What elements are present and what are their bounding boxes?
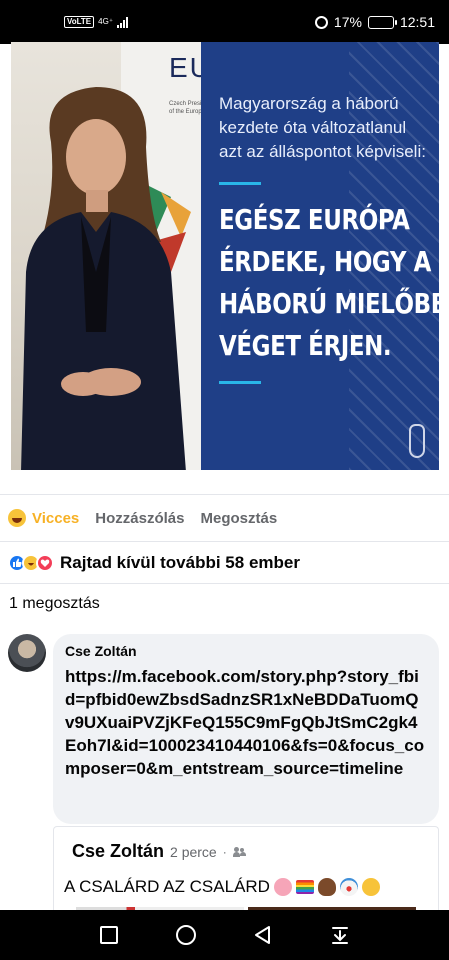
- hungarian-crest-icon: [409, 424, 425, 458]
- comment-author[interactable]: Cse Zoltán: [65, 643, 427, 659]
- shared-post-author[interactable]: Cse Zoltán: [72, 841, 164, 862]
- comment-bubble[interactable]: Cse Zoltán https://m.facebook.com/story.…: [53, 634, 439, 824]
- volte-badge: VoLTE: [64, 16, 95, 28]
- signal-icon: [117, 16, 129, 28]
- reactions-summary[interactable]: Rajtad kívül további 58 ember: [0, 542, 449, 584]
- rainbow-flag-icon: [295, 880, 314, 894]
- clock: 12:51: [399, 14, 435, 30]
- circle-icon: [175, 925, 196, 945]
- shared-post-message: A CSALÁRD AZ CSALÁRD: [64, 877, 270, 896]
- status-right: 17% 12:51: [314, 14, 435, 30]
- speaker-photo: [21, 87, 191, 470]
- battery-percent: 17%: [333, 14, 362, 30]
- notifications-button[interactable]: [327, 922, 353, 948]
- friends-privacy-icon: [232, 846, 247, 857]
- share-label: Megosztás: [200, 509, 278, 527]
- pull-down-icon: [332, 927, 349, 944]
- reactions-text: Rajtad kívül további 58 ember: [60, 552, 300, 572]
- back-button[interactable]: [250, 922, 276, 948]
- recent-apps-button[interactable]: [96, 922, 122, 948]
- system-nav-bar: [0, 910, 449, 960]
- shared-post-text: A CSALÁRD AZ CSALÁRD: [64, 877, 380, 897]
- avatar[interactable]: [8, 634, 46, 672]
- poop-icon: [317, 878, 336, 896]
- love-icon: [36, 553, 54, 572]
- shared-post-time[interactable]: 2 perce: [170, 844, 217, 860]
- grin-icon: [361, 878, 380, 896]
- post-image[interactable]: EU2022.C Czech Presi of the Europ Magyar…: [11, 42, 439, 470]
- shared-post-header: Cse Zoltán 2 perce ·: [72, 841, 247, 862]
- back-triangle-icon: [255, 926, 271, 944]
- comment-button[interactable]: Hozzászólás: [95, 510, 184, 527]
- separator-dot: ·: [222, 844, 227, 859]
- shares-count[interactable]: 1 megosztás: [9, 595, 100, 613]
- background-pattern: [349, 42, 439, 470]
- clown-icon: [339, 878, 358, 896]
- share-button[interactable]: Megosztás: [200, 510, 277, 527]
- reaction-icons: [8, 553, 54, 572]
- post-actions: Vicces Hozzászólás Megosztás: [0, 494, 449, 542]
- status-bar: VoLTE 4G⁺ 17% 12:51: [0, 0, 449, 44]
- quote-panel: Magyarország a háború kezdete óta változ…: [201, 42, 439, 470]
- accent-rule: [219, 182, 261, 185]
- haha-icon: [8, 509, 26, 527]
- comment-label: Hozzászólás: [95, 509, 185, 527]
- alarm-icon: [314, 15, 328, 29]
- accent-rule: [219, 381, 261, 384]
- battery-icon: [367, 15, 397, 29]
- comment-body[interactable]: https://m.facebook.com/story.php?story_f…: [65, 665, 427, 780]
- square-icon: [99, 926, 118, 944]
- reaction-button[interactable]: Vicces: [8, 509, 79, 527]
- status-left: VoLTE 4G⁺: [64, 16, 129, 28]
- pig-icon: [273, 878, 292, 896]
- reaction-label: Vicces: [32, 509, 80, 527]
- network-type: 4G⁺: [98, 17, 114, 26]
- home-button[interactable]: [173, 922, 199, 948]
